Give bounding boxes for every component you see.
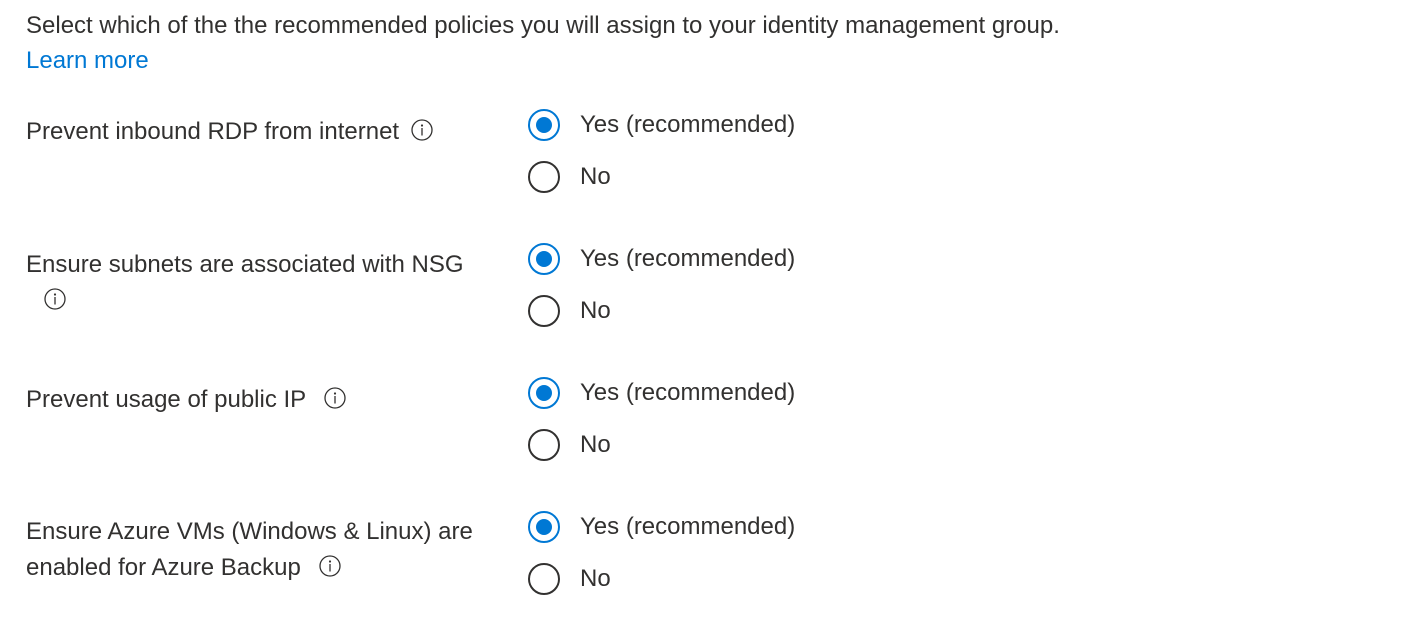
radio-button-checked[interactable] bbox=[528, 243, 560, 275]
policy-description: Select which of the the recommended poli… bbox=[26, 12, 1060, 39]
policy-row-azure-vm-backup: Ensure Azure VMs (Windows & Linux) are e… bbox=[26, 510, 1396, 630]
radio-option-label: Yes (recommended) bbox=[580, 111, 796, 138]
radio-button-unchecked[interactable] bbox=[528, 295, 560, 327]
policy-row-subnets-nsg: Ensure subnets are associated with NSG Y… bbox=[26, 242, 1396, 362]
policy-row-prevent-inbound-rdp: Prevent inbound RDP from internet Yes (r… bbox=[26, 108, 1396, 228]
radio-button-checked[interactable] bbox=[528, 109, 560, 141]
radio-option-yes[interactable]: Yes (recommended) bbox=[528, 109, 795, 141]
radio-option-no[interactable]: No bbox=[528, 161, 611, 193]
info-icon[interactable] bbox=[44, 288, 66, 310]
policy-label: Ensure subnets are associated with NSG bbox=[26, 247, 506, 319]
policy-label-text: Prevent inbound RDP from internet bbox=[26, 118, 400, 145]
radio-option-yes[interactable]: Yes (recommended) bbox=[528, 511, 795, 543]
radio-option-label: No bbox=[580, 163, 611, 190]
radio-option-label: Yes (recommended) bbox=[580, 513, 796, 540]
radio-option-label: No bbox=[580, 297, 611, 324]
radio-button-unchecked[interactable] bbox=[528, 429, 560, 461]
policy-label-text: Ensure subnets are associated with NSG bbox=[26, 251, 464, 278]
radio-button-checked[interactable] bbox=[528, 511, 560, 543]
policy-label: Prevent usage of public IP bbox=[26, 382, 506, 418]
radio-option-label: Yes (recommended) bbox=[580, 379, 796, 406]
radio-button-unchecked[interactable] bbox=[528, 563, 560, 595]
radio-button-unchecked[interactable] bbox=[528, 161, 560, 193]
radio-button-checked[interactable] bbox=[528, 377, 560, 409]
learn-more-link[interactable]: Learn more bbox=[26, 45, 149, 77]
policy-label-text: Prevent usage of public IP bbox=[26, 386, 307, 413]
policy-label: Ensure Azure VMs (Windows & Linux) are e… bbox=[26, 514, 501, 586]
radio-option-yes[interactable]: Yes (recommended) bbox=[528, 377, 795, 409]
radio-option-no[interactable]: No bbox=[528, 429, 611, 461]
policy-row-public-ip: Prevent usage of public IP Yes (recommen… bbox=[26, 376, 1396, 496]
info-icon[interactable] bbox=[319, 555, 341, 577]
policy-label: Prevent inbound RDP from internet bbox=[26, 114, 506, 150]
radio-option-label: No bbox=[580, 565, 611, 592]
radio-option-yes[interactable]: Yes (recommended) bbox=[528, 243, 795, 275]
radio-option-no[interactable]: No bbox=[528, 295, 611, 327]
radio-option-no[interactable]: No bbox=[528, 563, 611, 595]
policy-label-text: Ensure Azure VMs (Windows & Linux) are e… bbox=[26, 518, 473, 581]
radio-option-label: No bbox=[580, 431, 611, 458]
info-icon[interactable] bbox=[411, 119, 433, 141]
radio-option-label: Yes (recommended) bbox=[580, 245, 796, 272]
info-icon[interactable] bbox=[324, 387, 346, 409]
